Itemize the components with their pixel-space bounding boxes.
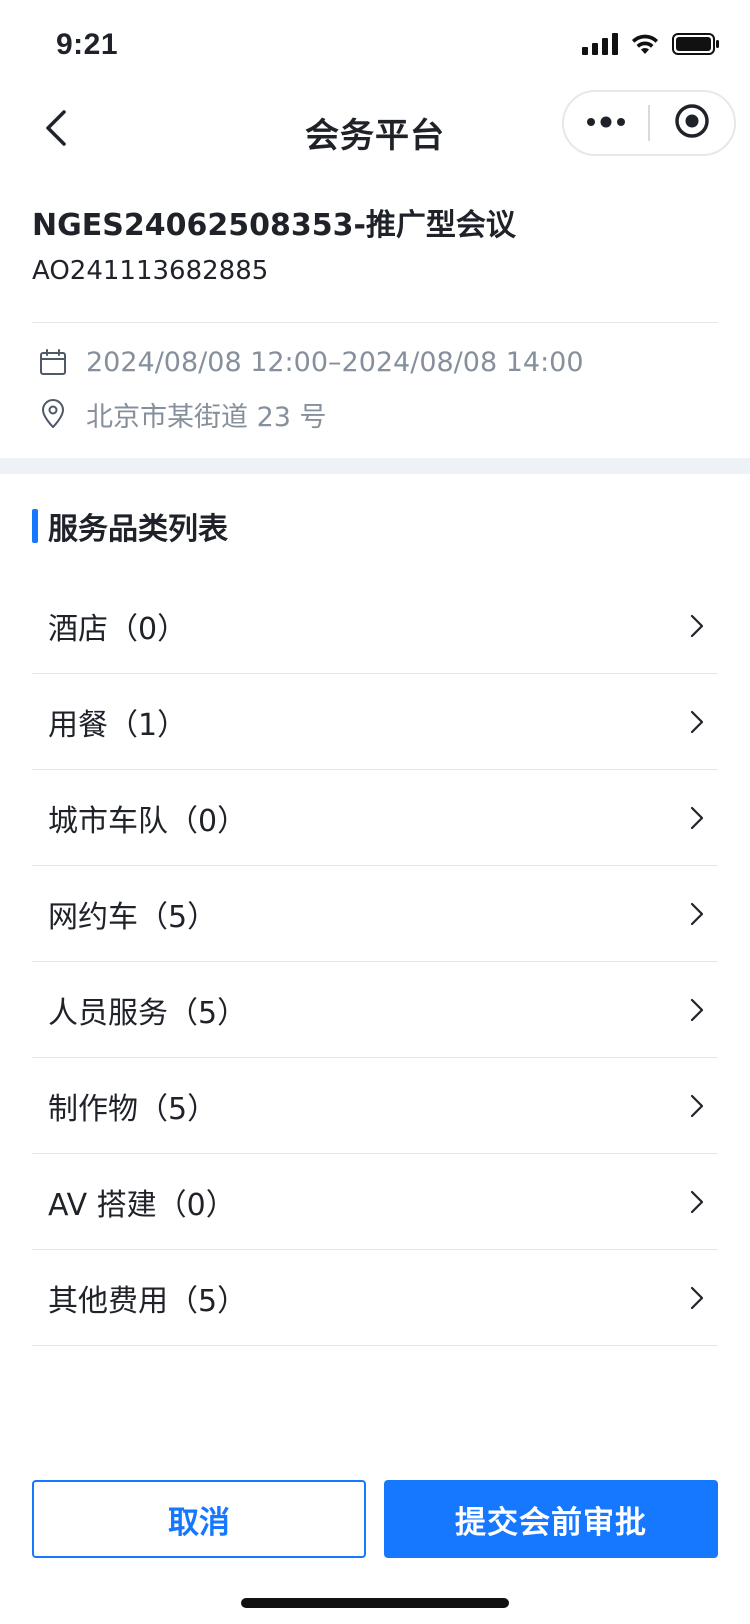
category-item-av-setup[interactable]: AV 搭建（0）	[32, 1154, 718, 1250]
section-title: 服务品类列表	[48, 512, 228, 547]
more-button[interactable]	[564, 92, 648, 154]
status-icons	[582, 32, 720, 60]
chevron-right-icon	[690, 674, 704, 769]
battery-icon	[672, 33, 720, 59]
category-item-staffing[interactable]: 人员服务（5）	[32, 962, 718, 1058]
category-list: 酒店（0） 用餐（1） 城市车队（0） 网约车（5） 人员服务（5） 制作物（5…	[32, 578, 718, 1346]
category-item-production[interactable]: 制作物（5）	[32, 1058, 718, 1154]
category-label: 城市车队（0）	[48, 803, 248, 839]
location-pin-icon	[38, 399, 68, 429]
meeting-address: 北京市某街道 23 号	[86, 401, 327, 433]
order-code: AO241113682885	[32, 256, 269, 286]
order-title: NGES24062508353-推广型会议	[32, 208, 516, 243]
category-label: 网约车（5）	[48, 899, 218, 935]
screen: 9:21 会务平台 NGES24062508353-推广型会议 AO241113…	[0, 0, 750, 1624]
category-item-dining[interactable]: 用餐（1）	[32, 674, 718, 770]
chevron-right-icon	[690, 578, 704, 673]
meeting-header: NGES24062508353-推广型会议 AO241113682885 202…	[0, 176, 750, 458]
section-accent-bar	[32, 509, 38, 543]
section-separator	[0, 458, 750, 474]
chevron-right-icon	[690, 770, 704, 865]
target-circle-icon	[674, 103, 710, 143]
category-item-hotel[interactable]: 酒店（0）	[32, 578, 718, 674]
cancel-button[interactable]: 取消	[32, 1480, 366, 1558]
category-label: 人员服务（5）	[48, 995, 248, 1031]
bottom-action-bar: 取消 提交会前审批	[0, 1458, 750, 1624]
category-label: AV 搭建（0）	[48, 1187, 236, 1223]
meeting-address-row: 北京市某街道 23 号	[38, 394, 327, 434]
close-miniprogram-button[interactable]	[650, 92, 734, 154]
status-bar: 9:21	[0, 0, 750, 88]
wifi-icon	[630, 33, 660, 59]
divider	[32, 322, 718, 323]
category-item-ride-hailing[interactable]: 网约车（5）	[32, 866, 718, 962]
category-item-city-fleet[interactable]: 城市车队（0）	[32, 770, 718, 866]
section-header: 服务品类列表	[32, 506, 228, 547]
miniprogram-capsule	[562, 90, 736, 156]
nav-bar: 会务平台	[0, 88, 750, 176]
category-label: 制作物（5）	[48, 1091, 218, 1127]
category-label: 用餐（1）	[48, 707, 188, 743]
meeting-time-row: 2024/08/08 12:00–2024/08/08 14:00	[38, 342, 584, 382]
signal-icon	[582, 33, 618, 59]
status-time: 9:21	[56, 28, 119, 61]
meeting-time: 2024/08/08 12:00–2024/08/08 14:00	[86, 346, 584, 378]
chevron-right-icon	[690, 1250, 704, 1345]
more-dots-icon	[586, 114, 626, 133]
chevron-right-icon	[690, 962, 704, 1057]
category-label: 其他费用（5）	[48, 1283, 248, 1319]
chevron-right-icon	[690, 1154, 704, 1249]
chevron-right-icon	[690, 866, 704, 961]
submit-approval-button[interactable]: 提交会前审批	[384, 1480, 718, 1558]
category-item-other-fees[interactable]: 其他费用（5）	[32, 1250, 718, 1346]
calendar-icon	[38, 347, 68, 377]
category-label: 酒店（0）	[48, 611, 188, 647]
home-indicator[interactable]	[241, 1598, 509, 1608]
chevron-right-icon	[690, 1058, 704, 1153]
